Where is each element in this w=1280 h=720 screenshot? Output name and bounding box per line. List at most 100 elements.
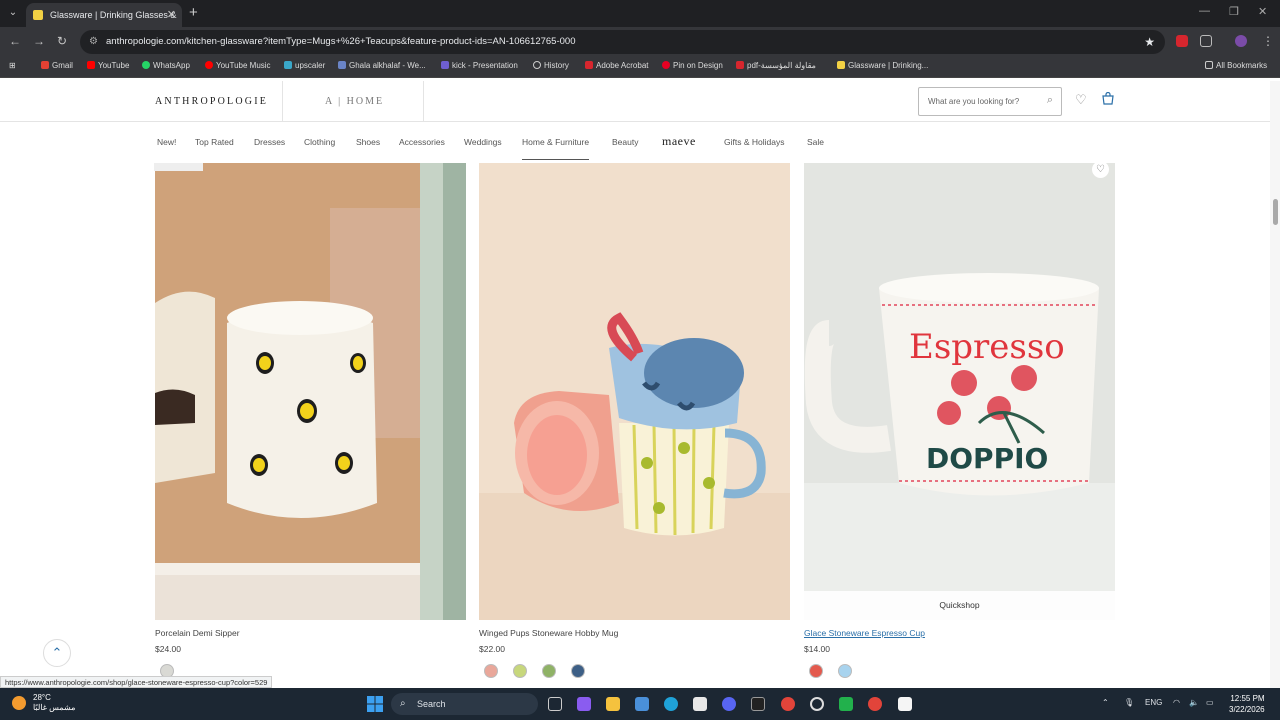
bookmark-pdf[interactable]: pdf-مقاولة المؤسسة [736,61,816,70]
color-swatch[interactable] [513,664,527,678]
divider [423,81,424,122]
category-nav: New! Top Rated Dresses Clothing Shoes Ac… [0,122,1280,163]
bookmark-history[interactable]: History [533,61,569,70]
taskbar-clock[interactable]: 12:55 PM 3/22/2026 [1229,693,1265,715]
window-close-icon[interactable]: ✕ [1258,5,1267,18]
bookmark-youtube-music[interactable]: YouTube Music [205,61,271,70]
bookmark-upscaler[interactable]: upscaler [284,61,325,70]
app-icon[interactable] [751,697,765,711]
apps-grid-icon[interactable]: ⊞ [9,61,16,70]
tray-overflow-icon[interactable]: ⌃ [1102,698,1109,707]
nav-maeve[interactable]: maeve [662,134,696,149]
search-input[interactable]: What are you looking for? ⌕ [918,87,1062,116]
microphone-icon[interactable]: 🎙 [1124,698,1134,707]
bookmark-star-icon[interactable]: ★ [1144,30,1155,54]
weather-widget[interactable]: 28°C مشمس غالبًا [12,693,75,713]
svg-text:Espresso: Espresso [909,327,1065,367]
app-icon[interactable] [868,697,882,711]
notepad-icon[interactable] [898,697,912,711]
extension-icon[interactable] [1176,35,1188,47]
page-scrollbar[interactable] [1270,81,1280,688]
nav-sale[interactable]: Sale [807,137,824,147]
nav-shoes[interactable]: Shoes [356,137,380,147]
bookmark-whatsapp[interactable]: WhatsApp [142,61,190,70]
reload-icon[interactable]: ↻ [57,34,67,48]
product-price: $14.00 [804,644,830,654]
bookmark-youtube[interactable]: YouTube [87,61,129,70]
windows-start-icon[interactable] [367,696,383,712]
all-bookmarks-folder[interactable]: All Bookmarks [1205,61,1267,70]
nav-accessories[interactable]: Accessories [399,137,445,147]
bookmark-ghala[interactable]: Ghala alkhalaf - We... [338,61,426,70]
app-icon[interactable] [839,697,853,711]
anthropologie-logo[interactable]: ANTHROPOLOGIE [155,96,268,107]
color-swatch[interactable] [484,664,498,678]
wishlist-heart-icon[interactable]: ♡ [1075,92,1087,108]
scrollbar-thumb[interactable] [1273,199,1278,225]
color-swatch[interactable] [571,664,585,678]
color-swatch[interactable] [809,664,823,678]
tab-search-icon[interactable]: ⌄ [6,6,20,20]
settings-gear-icon[interactable] [810,697,824,711]
profile-avatar[interactable] [1235,35,1247,47]
product-name[interactable]: Porcelain Demi Sipper [155,628,240,638]
quickshop-button[interactable]: Quickshop [804,591,1115,620]
extensions-puzzle-icon[interactable] [1200,35,1212,47]
wishlist-heart-icon[interactable]: ♡ [1092,161,1109,178]
file-explorer-icon[interactable] [606,697,620,711]
browser-tab-bar: ⌄ Glassware | Drinking Glasses & ✕ + — ❐… [0,0,1280,27]
address-bar[interactable]: ⚙ anthropologie.com/kitchen-glassware?it… [80,30,1165,54]
minimize-icon[interactable]: — [1199,5,1210,17]
a-home-link[interactable]: A | HOME [325,96,384,107]
product-image-espresso-cup[interactable]: Espresso DOPPIO [804,163,1115,620]
language-indicator[interactable]: ENG [1145,698,1162,707]
site-header: ANTHROPOLOGIE A | HOME What are you look… [0,81,1280,122]
color-swatch[interactable] [838,664,852,678]
bookmark-acrobat[interactable]: Adobe Acrobat [585,61,648,70]
taskbar-search[interactable]: ⌕ Search [391,693,538,715]
task-view-icon[interactable] [548,697,562,711]
discord-icon[interactable] [722,697,736,711]
browser-tab-active[interactable]: Glassware | Drinking Glasses & ✕ [26,3,182,27]
forward-icon[interactable]: → [33,34,45,48]
scroll-to-top-button[interactable]: ⌃ [43,639,71,667]
copilot-icon[interactable] [577,697,591,711]
nav-weddings[interactable]: Weddings [464,137,502,147]
chrome-icon[interactable] [781,697,795,711]
bookmark-glassware[interactable]: Glassware | Drinking... [837,61,928,70]
nav-beauty[interactable]: Beauty [612,137,638,147]
product-image-hobby-mug[interactable] [479,163,790,620]
maximize-icon[interactable]: ❐ [1229,5,1239,18]
bookmark-pinterest[interactable]: Pin on Design [662,61,723,70]
color-swatch[interactable] [542,664,556,678]
back-icon[interactable]: ← [9,34,21,48]
nav-new[interactable]: New! [157,137,176,147]
store-icon[interactable] [635,697,649,711]
nav-home-furniture[interactable]: Home & Furniture [522,137,590,160]
product-image-demi-sipper[interactable] [155,163,466,620]
product-name[interactable]: Glace Stoneware Espresso Cup [804,628,925,638]
search-icon[interactable]: ⌕ [1047,94,1053,107]
edge-icon[interactable] [664,697,678,711]
product-name[interactable]: Winged Pups Stoneware Hobby Mug [479,628,618,638]
nav-top-rated[interactable]: Top Rated [195,137,234,147]
tab-title: Glassware | Drinking Glasses & [50,10,177,20]
bookmark-kick[interactable]: kick - Presentation [441,61,518,70]
close-tab-icon[interactable]: ✕ [167,3,176,27]
bookmark-gmail[interactable]: Gmail [41,61,73,70]
shopping-bag-icon[interactable] [1101,91,1115,108]
nav-gifts-holidays[interactable]: Gifts & Holidays [724,137,784,147]
app-icon[interactable] [693,697,707,711]
volume-icon[interactable]: 🔈 [1189,698,1199,707]
product-price: $22.00 [479,644,505,654]
battery-icon[interactable]: ▭ [1206,698,1214,707]
clock-time: 12:55 PM [1230,694,1265,703]
new-tab-icon[interactable]: + [189,4,198,21]
site-favicon-icon [33,10,43,20]
nav-clothing[interactable]: Clothing [304,137,335,147]
nav-dresses[interactable]: Dresses [254,137,285,147]
site-info-icon[interactable]: ⚙ [89,30,98,54]
divider [282,81,283,122]
wifi-icon[interactable]: ◠ [1173,698,1180,707]
browser-menu-icon[interactable]: ⋮ [1262,34,1274,48]
